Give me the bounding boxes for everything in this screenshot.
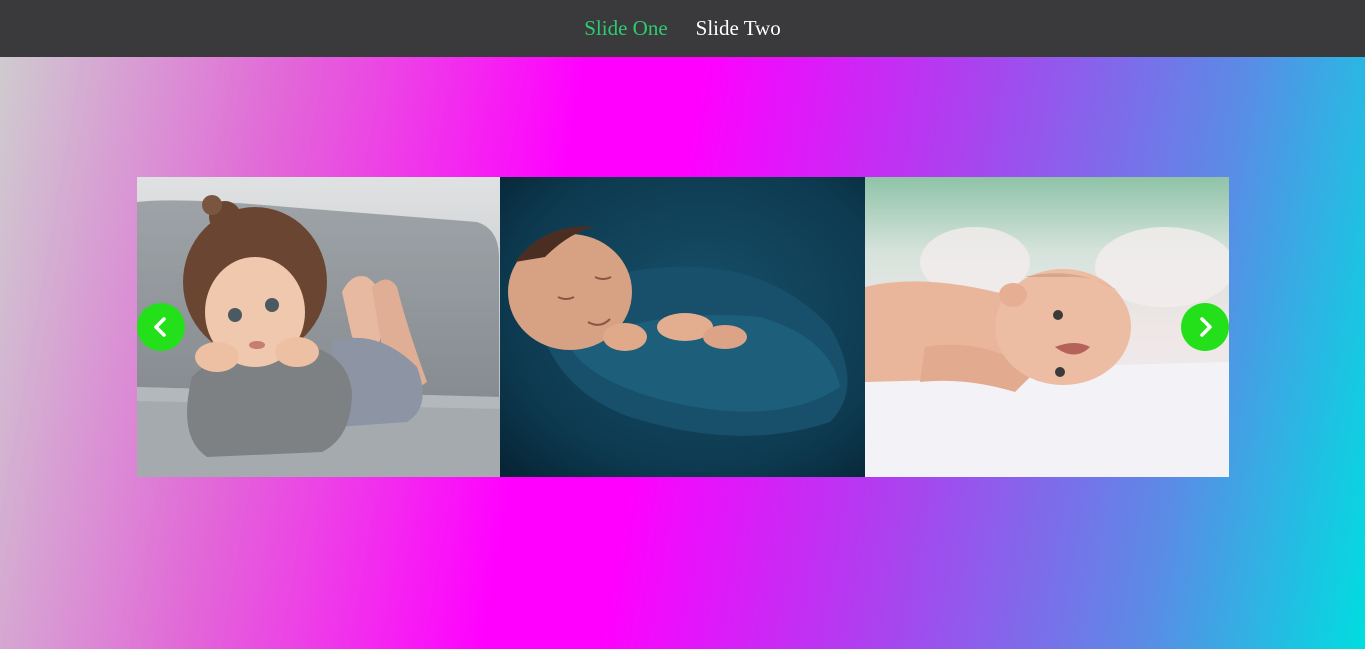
slide-image-smiling-baby xyxy=(865,177,1229,477)
slide-image-toddler xyxy=(137,177,500,477)
chevron-left-icon xyxy=(154,317,166,337)
slide-image-newborn xyxy=(500,177,865,477)
next-slide-button[interactable] xyxy=(1181,303,1229,351)
top-navbar: Slide One Slide Two xyxy=(0,0,1365,57)
prev-slide-button[interactable] xyxy=(137,303,185,351)
image-slider xyxy=(137,177,1229,477)
toddler-photo xyxy=(137,177,500,477)
nav-link-slide-two[interactable]: Slide Two xyxy=(696,16,781,41)
chevron-right-icon xyxy=(1200,317,1212,337)
nav-link-slide-one[interactable]: Slide One xyxy=(584,16,667,41)
newborn-photo xyxy=(500,177,865,477)
smiling-baby-photo xyxy=(865,177,1229,477)
